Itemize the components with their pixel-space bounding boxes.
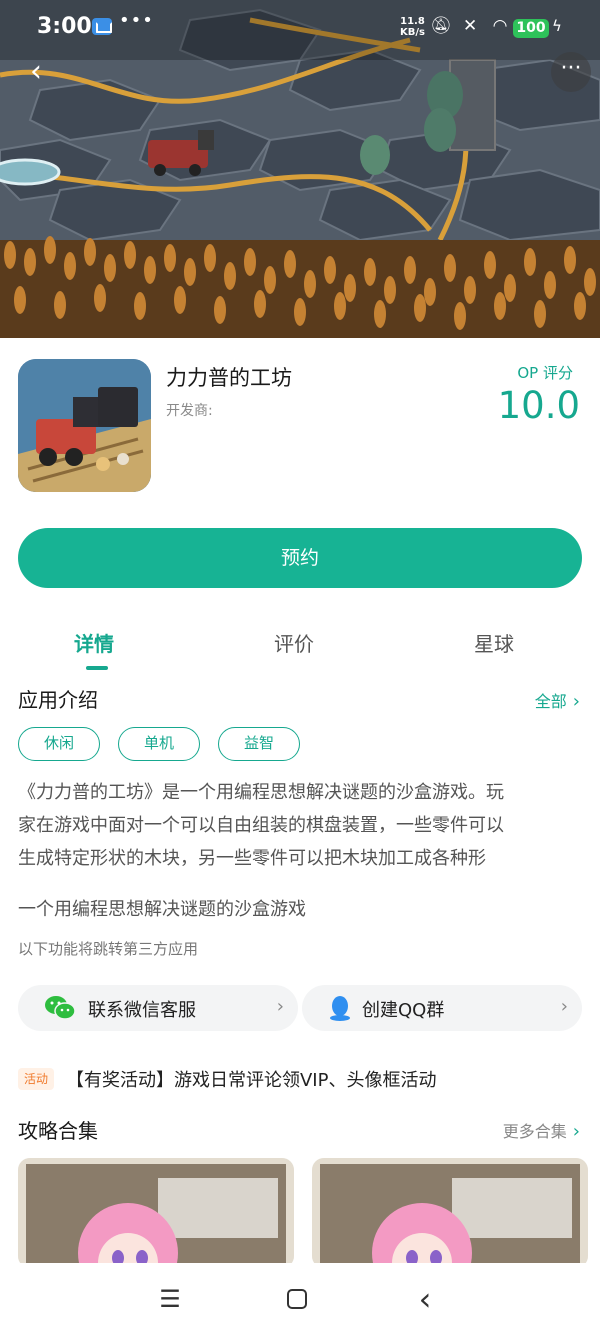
nav-back-button[interactable]: ‹ — [405, 1281, 445, 1321]
score-label: OP 评分 — [517, 364, 573, 382]
app-title: 力力普的工坊 — [166, 366, 292, 390]
tag-casual[interactable]: 休闲 — [18, 727, 100, 761]
guides-title: 攻略合集 — [18, 1119, 98, 1143]
chevron-right-icon: › — [276, 996, 284, 1017]
qq-icon — [330, 996, 350, 1021]
charging-icon: ϟ — [552, 17, 562, 35]
contact-wechat-button[interactable]: 联系微信客服 › — [18, 985, 298, 1031]
activity-link[interactable]: 【有奖活动】游戏日常评论领VIP、头像框活动 — [66, 1066, 436, 1092]
intro-description[interactable]: 《力力普的工坊》是一个用编程思想解决谜题的沙盒游戏。玩 家在游戏中面对一个可以自… — [18, 776, 584, 875]
chevron-left-icon: ‹ — [30, 54, 42, 89]
contact-wechat-label: 联系微信客服 — [88, 1000, 196, 1021]
network-speed-unit: KB/s — [400, 27, 425, 38]
network-speed-value: 11.8 — [400, 16, 425, 27]
intro-all-label: 全部 — [534, 692, 567, 711]
network-speed: 11.8 KB/s — [400, 16, 425, 38]
app-icon — [18, 359, 151, 492]
anime-character-thumbnail — [312, 1158, 588, 1268]
home-button[interactable] — [277, 1281, 317, 1321]
create-qq-group-button[interactable]: 创建QQ群 › — [302, 985, 582, 1031]
guides-more-link[interactable]: 更多合集 › — [503, 1118, 580, 1142]
train-toy-illustration — [18, 359, 151, 492]
back-button[interactable]: ‹ — [16, 54, 56, 94]
menu-button[interactable]: ☰ — [150, 1281, 190, 1321]
score-value: 10.0 — [497, 384, 580, 427]
system-nav-bar: ☰ ‹ — [0, 1263, 600, 1333]
intro-subtitle: 一个用编程思想解决谜题的沙盒游戏 — [18, 899, 306, 920]
tag-single-player[interactable]: 单机 — [118, 727, 200, 761]
home-square-icon — [287, 1289, 307, 1309]
back-arrow-icon: ‹ — [418, 1280, 432, 1318]
menu-icon: ☰ — [159, 1285, 181, 1313]
chevron-right-icon: › — [560, 996, 568, 1017]
wechat-icon — [45, 996, 76, 1020]
mail-notification-icon — [92, 18, 112, 35]
guides-more-label: 更多合集 — [502, 1122, 567, 1141]
developer-label: 开发商: — [166, 403, 213, 419]
tab-reviews[interactable]: 评价 — [274, 628, 314, 657]
create-qq-group-label: 创建QQ群 — [362, 1000, 445, 1021]
tab-planet[interactable]: 星球 — [474, 628, 514, 657]
anime-character-thumbnail — [18, 1158, 294, 1268]
status-bar: 3:00 ••• 11.8 KB/s 🔕︎ ✕ ◠ 100 ϟ — [0, 0, 600, 58]
tag-puzzle[interactable]: 益智 — [218, 727, 300, 761]
chevron-right-icon: › — [572, 1121, 580, 1142]
tab-details[interactable]: 详情 — [74, 628, 114, 657]
chevron-right-icon: › — [572, 691, 580, 712]
status-icons: 🔕︎ ✕ ◠ — [430, 16, 508, 36]
hero-banner: 3:00 ••• 11.8 KB/s 🔕︎ ✕ ◠ 100 ϟ ‹ ··· — [0, 0, 600, 338]
intro-line: 生成特定形状的木块，另一些零件可以把木块加工成各种形 — [18, 848, 486, 869]
more-options-button[interactable]: ··· — [551, 52, 591, 92]
activity-badge: 活动 — [18, 1068, 54, 1090]
more-notifications-icon: ••• — [119, 10, 154, 31]
wifi-icon: ◠ — [492, 16, 508, 36]
guide-card[interactable] — [312, 1158, 588, 1268]
active-tab-indicator — [86, 666, 108, 670]
guide-card[interactable] — [18, 1158, 294, 1268]
intro-line: 《力力普的工坊》是一个用编程思想解决谜题的沙盒游戏。玩 — [18, 782, 504, 803]
intro-all-link[interactable]: 全部 › — [535, 688, 580, 712]
status-time: 3:00 — [37, 14, 92, 39]
mute-icon: 🔕︎ — [430, 16, 452, 36]
more-dots-icon: ··· — [560, 56, 582, 81]
intro-line: 家在游戏中面对一个可以自由组装的棋盘装置，一些零件可以 — [18, 815, 504, 836]
reserve-button[interactable]: 预约 — [18, 528, 582, 588]
third-party-note: 以下功能将跳转第三方应用 — [18, 940, 199, 958]
intro-title: 应用介绍 — [18, 688, 98, 712]
no-signal-icon: ✕ — [463, 16, 478, 36]
battery-level: 100 — [513, 19, 549, 38]
